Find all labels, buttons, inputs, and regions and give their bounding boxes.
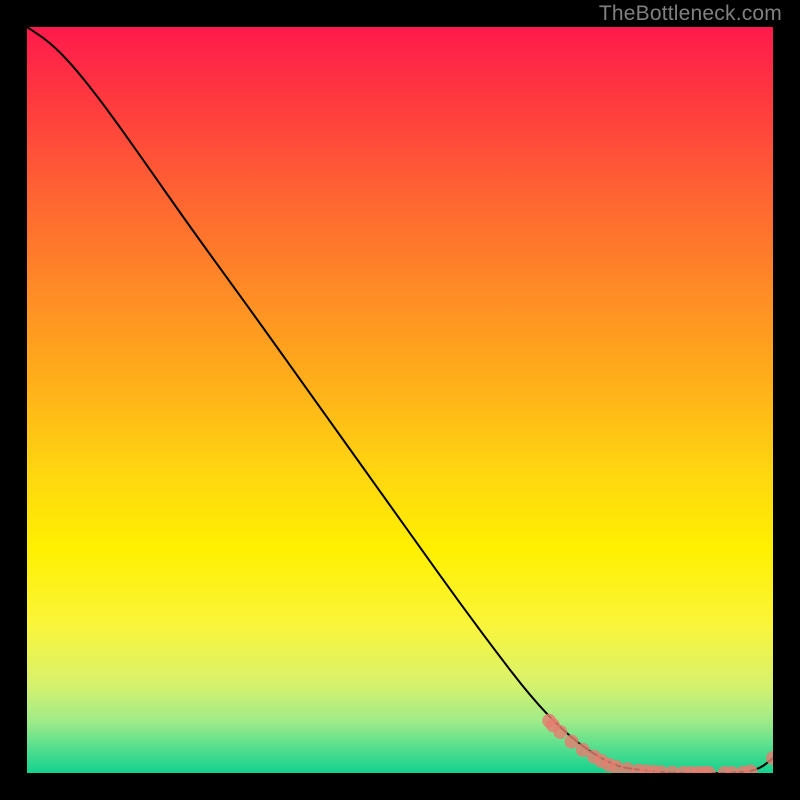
data-marker (647, 765, 661, 773)
data-marker (691, 766, 705, 773)
curve-line (27, 27, 773, 773)
data-marker (702, 766, 716, 773)
data-marker (576, 743, 590, 757)
data-marker (697, 766, 711, 773)
chart-plot-area (27, 27, 773, 773)
data-marker (654, 765, 668, 773)
data-marker (718, 766, 732, 773)
chart-svg (27, 27, 773, 773)
data-marker (632, 764, 646, 773)
data-marker (766, 751, 773, 765)
data-marker (542, 714, 556, 728)
data-marker (602, 758, 616, 772)
data-marker (565, 735, 579, 749)
data-marker (609, 760, 623, 773)
attribution-label: TheBottleneck.com (599, 2, 782, 26)
data-marker (684, 766, 698, 773)
data-marker (621, 762, 635, 773)
data-marker (725, 766, 739, 773)
data-marker (639, 764, 653, 773)
data-marker (553, 725, 567, 739)
data-marker (736, 766, 750, 773)
data-marker (594, 754, 608, 768)
data-marker (546, 718, 560, 732)
data-marker (744, 765, 758, 773)
data-marker (587, 750, 601, 764)
data-marker (665, 766, 679, 773)
data-marker (676, 766, 690, 773)
data-markers (542, 714, 773, 773)
